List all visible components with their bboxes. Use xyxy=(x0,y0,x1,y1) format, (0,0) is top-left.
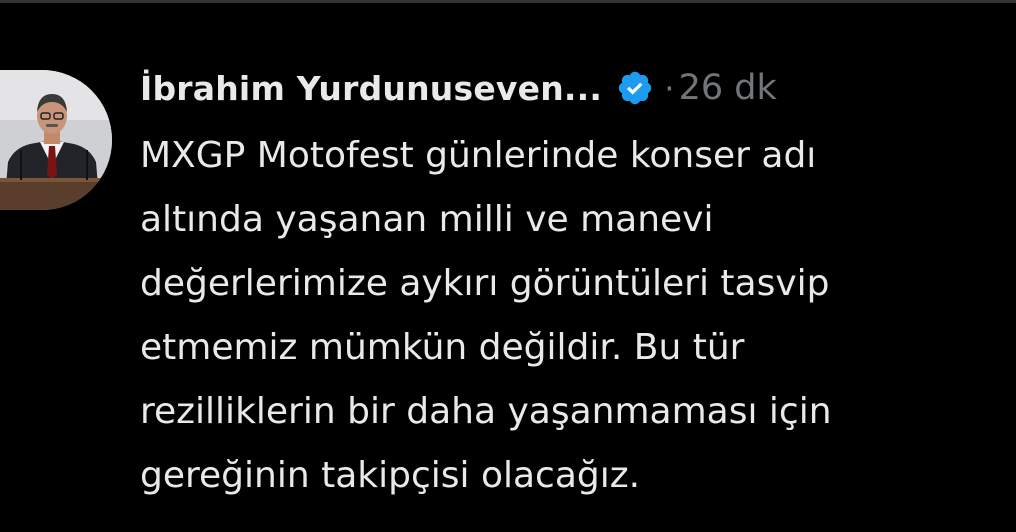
tweet-text: MXGP Motofest günlerinde konser adı altı… xyxy=(140,135,832,496)
avatar-photo xyxy=(0,70,112,210)
separator-dot: · xyxy=(664,68,675,108)
author-name[interactable]: İbrahim Yurdunuseven... xyxy=(140,69,602,108)
tweet-header: İbrahim Yurdunuseven... · 26 dk xyxy=(140,62,777,114)
avatar[interactable] xyxy=(0,70,112,210)
timestamp[interactable]: 26 dk xyxy=(679,68,777,108)
verified-badge-svg xyxy=(618,71,652,105)
verified-badge-icon[interactable] xyxy=(616,69,654,107)
tweet-card[interactable]: İbrahim Yurdunuseven... · 26 dk MXGP Mot… xyxy=(0,0,1016,532)
